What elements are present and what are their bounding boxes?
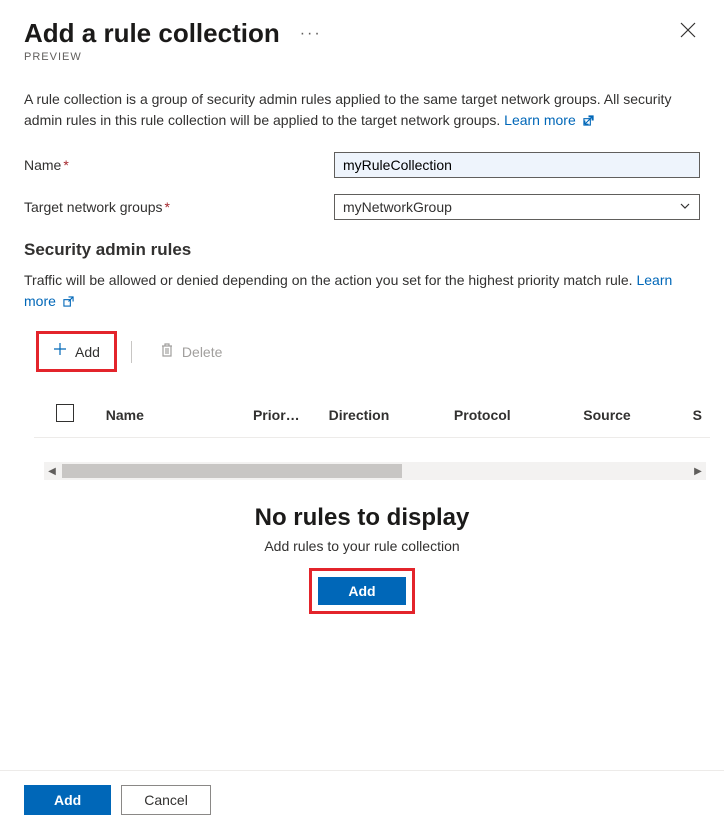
empty-subtitle: Add rules to your rule collection	[24, 538, 700, 554]
more-icon[interactable]: ···	[296, 25, 326, 43]
col-name[interactable]: Name	[106, 407, 253, 423]
learn-more-link[interactable]: Learn more	[504, 112, 593, 128]
external-link-icon	[583, 111, 594, 132]
page-title: Add a rule collection	[24, 18, 280, 49]
horizontal-scrollbar[interactable]: ◀ ▶	[44, 462, 706, 480]
highlight-box: Add	[309, 568, 414, 614]
col-source[interactable]: Source	[583, 407, 692, 423]
scroll-right-icon[interactable]: ▶	[690, 462, 706, 480]
toolbar-separator	[131, 341, 132, 363]
delete-rule-button: Delete	[146, 334, 236, 369]
scroll-left-icon[interactable]: ◀	[44, 462, 60, 480]
footer-add-button[interactable]: Add	[24, 785, 111, 815]
add-rule-primary-button[interactable]: Add	[318, 577, 405, 605]
required-indicator: *	[165, 199, 170, 215]
empty-title: No rules to display	[24, 504, 700, 532]
name-label: Name*	[24, 157, 334, 173]
close-icon[interactable]	[676, 18, 700, 44]
table-header-row: Name Prior… Direction Protocol Source S	[34, 392, 710, 438]
target-groups-select[interactable]: myNetworkGroup	[334, 194, 700, 220]
add-rule-button[interactable]: Add	[36, 331, 117, 372]
trash-icon	[160, 342, 174, 361]
name-input[interactable]	[334, 152, 700, 178]
required-indicator: *	[63, 157, 68, 173]
plus-icon	[53, 342, 67, 361]
description-text: A rule collection is a group of security…	[24, 89, 700, 132]
target-groups-label: Target network groups*	[24, 199, 334, 215]
delete-label: Delete	[182, 344, 222, 360]
preview-tag: PREVIEW	[24, 51, 700, 63]
col-direction[interactable]: Direction	[329, 407, 454, 423]
col-prior[interactable]: Prior…	[253, 407, 329, 423]
chevron-down-icon	[679, 199, 691, 215]
security-rules-text: Traffic will be allowed or denied depend…	[24, 270, 700, 313]
col-s[interactable]: S	[693, 407, 702, 423]
external-link-icon	[63, 292, 74, 313]
select-all-checkbox[interactable]	[56, 404, 74, 422]
select-value: myNetworkGroup	[343, 199, 679, 215]
footer-cancel-button[interactable]: Cancel	[121, 785, 211, 815]
scroll-thumb[interactable]	[62, 464, 402, 478]
rules-table: Name Prior… Direction Protocol Source S …	[34, 392, 710, 480]
add-label: Add	[75, 344, 100, 360]
security-rules-heading: Security admin rules	[24, 240, 700, 260]
col-protocol[interactable]: Protocol	[454, 407, 583, 423]
